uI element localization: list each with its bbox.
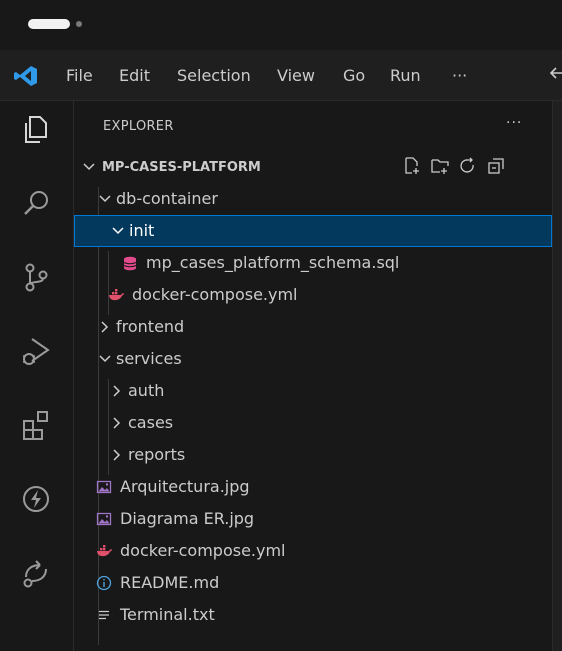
project-actions bbox=[402, 156, 532, 178]
collapse-all-icon[interactable] bbox=[486, 156, 506, 176]
tree-item-db-container[interactable]: db-container bbox=[74, 183, 552, 215]
tree-item-label: reports bbox=[128, 445, 186, 464]
tree-item-label: README.md bbox=[120, 573, 220, 592]
new-file-icon[interactable] bbox=[402, 156, 422, 176]
tree-item-label: frontend bbox=[116, 317, 185, 336]
tree-item-label: docker-compose.yml bbox=[132, 285, 298, 304]
tree-item-diagrama-er-jpg[interactable]: Diagrama ER.jpg bbox=[74, 503, 552, 535]
tree-item-auth[interactable]: auth bbox=[74, 375, 552, 407]
tree-item-label: cases bbox=[128, 413, 174, 432]
menu-go[interactable]: Go bbox=[343, 66, 365, 85]
activity-bar bbox=[0, 101, 74, 651]
tree-item-init[interactable]: init bbox=[74, 215, 552, 247]
tree-item-frontend[interactable]: frontend bbox=[74, 311, 552, 343]
tree-item-reports[interactable]: reports bbox=[74, 439, 552, 471]
explorer-title: EXPLORER bbox=[103, 119, 174, 134]
explorer-sidebar: EXPLORER ··· MP-CASES-PLATFORM db-contai… bbox=[74, 101, 552, 651]
lightning-icon[interactable] bbox=[18, 481, 54, 517]
image-file-icon bbox=[96, 512, 112, 526]
tree-item-label: db-container bbox=[116, 189, 218, 208]
text-file-icon bbox=[99, 610, 109, 620]
tree-item-services[interactable]: services bbox=[74, 343, 552, 375]
docker-icon bbox=[97, 545, 112, 557]
files-icon[interactable] bbox=[18, 111, 54, 147]
remote-share-icon[interactable] bbox=[18, 555, 54, 591]
chevron-down-icon bbox=[99, 355, 111, 363]
refresh-icon[interactable] bbox=[458, 156, 478, 176]
tree-item-docker-compose[interactable]: docker-compose.yml bbox=[74, 279, 552, 311]
menu-selection[interactable]: Selection bbox=[177, 66, 251, 85]
tree-item-sql-file[interactable]: mp_cases_platform_schema.sql bbox=[74, 247, 552, 279]
tree-item-terminal-txt[interactable]: Terminal.txt bbox=[74, 599, 552, 631]
tree-item-cases[interactable]: cases bbox=[74, 407, 552, 439]
active-tab-indicator bbox=[28, 19, 70, 29]
info-icon bbox=[96, 575, 112, 591]
menu-more[interactable]: ··· bbox=[452, 66, 467, 85]
extensions-icon[interactable] bbox=[18, 407, 54, 443]
window-title-strip bbox=[0, 0, 562, 50]
tree-item-label: services bbox=[116, 349, 182, 368]
chevron-right-icon bbox=[113, 385, 121, 397]
menu-edit[interactable]: Edit bbox=[119, 66, 150, 85]
menu-file[interactable]: File bbox=[66, 66, 93, 85]
tree-item-label: mp_cases_platform_schema.sql bbox=[146, 253, 400, 272]
project-root-row[interactable]: MP-CASES-PLATFORM bbox=[74, 151, 552, 183]
chevron-right-icon bbox=[113, 449, 121, 461]
run-debug-icon[interactable] bbox=[18, 333, 54, 369]
tree-item-label: Diagrama ER.jpg bbox=[120, 509, 255, 528]
tree-item-docker-compose-root[interactable]: docker-compose.yml bbox=[74, 535, 552, 567]
explorer-more-actions[interactable]: ··· bbox=[506, 115, 522, 131]
new-folder-icon[interactable] bbox=[430, 156, 450, 176]
source-control-icon[interactable] bbox=[18, 259, 54, 295]
docker-icon bbox=[109, 289, 124, 301]
tree-item-label: init bbox=[129, 221, 155, 240]
chevron-right-icon bbox=[101, 321, 109, 333]
back-arrow-icon[interactable] bbox=[549, 64, 562, 86]
tree-item-label: Arquitectura.jpg bbox=[120, 477, 250, 496]
tree-item-label: docker-compose.yml bbox=[120, 541, 286, 560]
chevron-right-icon bbox=[113, 417, 121, 429]
tree-item-label: Terminal.txt bbox=[120, 605, 215, 624]
chevron-down-icon bbox=[83, 163, 95, 171]
tree-item-label: auth bbox=[128, 381, 165, 400]
project-name: MP-CASES-PLATFORM bbox=[102, 160, 261, 175]
menu-bar: File Edit Selection View Go Run ··· bbox=[0, 50, 562, 101]
database-file-icon bbox=[123, 256, 137, 271]
chevron-down-icon bbox=[112, 227, 124, 235]
chevron-down-icon bbox=[99, 195, 111, 203]
image-file-icon bbox=[96, 480, 112, 494]
tree-item-readme[interactable]: README.md bbox=[74, 567, 552, 599]
search-icon[interactable] bbox=[18, 185, 54, 221]
menu-run[interactable]: Run bbox=[390, 66, 421, 85]
editor-edge bbox=[552, 101, 562, 651]
tree-item-arquitectura-jpg[interactable]: Arquitectura.jpg bbox=[74, 471, 552, 503]
menu-view[interactable]: View bbox=[277, 66, 315, 85]
vscode-logo-icon bbox=[14, 65, 38, 87]
inactive-tab-indicator bbox=[76, 21, 82, 27]
